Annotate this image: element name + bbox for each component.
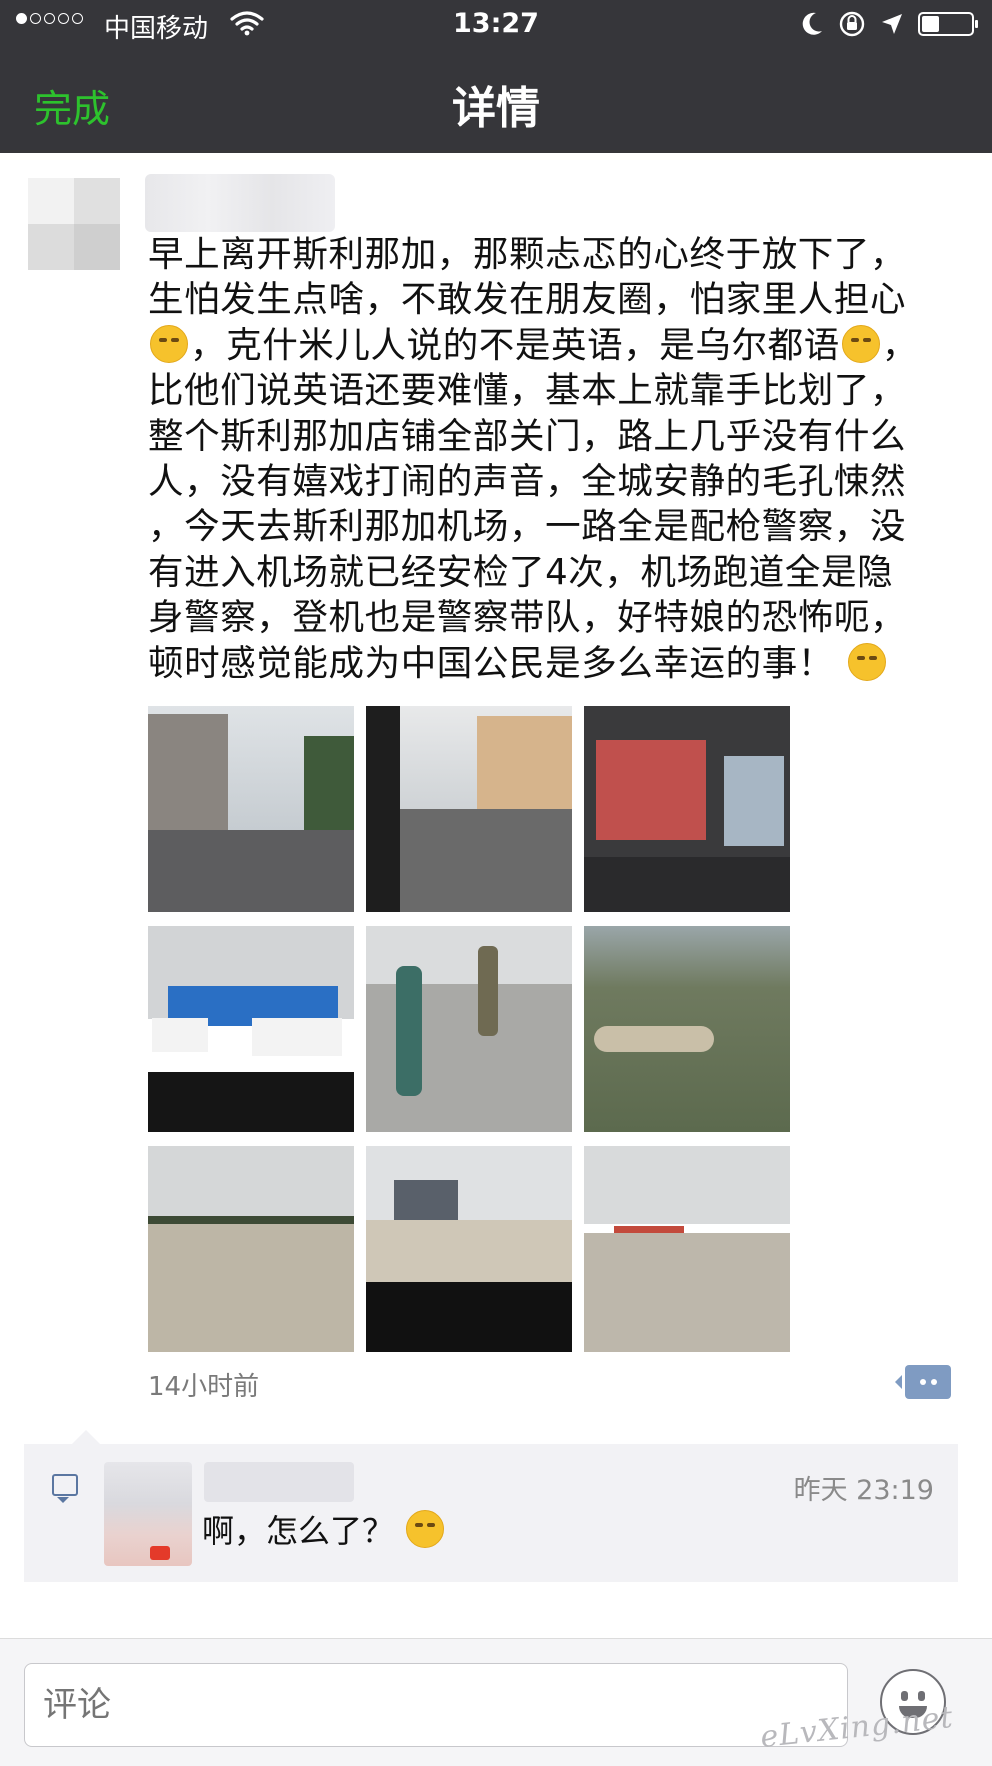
photo-runway[interactable]: [148, 1146, 354, 1352]
shocked-emoji: [406, 1510, 445, 1548]
battery-icon: [918, 12, 978, 36]
photo-aerial-view[interactable]: [584, 926, 790, 1132]
rotation-lock-icon: [839, 11, 865, 37]
post-line: 早上离开斯利那加，那颗忐忑的心终于放下了，: [148, 234, 907, 275]
post-line: 顿时感觉能成为中国公民是多么幸运的事！: [148, 642, 834, 684]
comment-input-bar: [0, 1639, 992, 1766]
top-bar: 中国移动 13:27 完成 详情: [0, 0, 992, 153]
photo-armed-police[interactable]: [366, 926, 572, 1132]
post-time: 14小时前: [148, 1372, 260, 1402]
author-name-blurred[interactable]: [145, 174, 335, 232]
photo-car-interior[interactable]: [584, 706, 790, 912]
post-text: 早上离开斯利那加，那颗忐忑的心终于放下了， 生怕发生点啥，不敢发在朋友圈，怕家里…: [148, 232, 948, 686]
post-line: 比他们说英语还要难懂，基本上就靠手比划了，: [148, 370, 907, 412]
post-line: ，今天去斯利那加机场，一路全是配枪警察，没: [148, 506, 907, 548]
post-line: 生怕发生点啥，不敢发在朋友圈，怕家里人担心: [148, 279, 907, 321]
page-title: 详情: [452, 83, 540, 134]
photo-airfield-aircraft[interactable]: [584, 1146, 790, 1352]
post-line: 整个斯利那加店铺全部关门，路上几乎没有什么: [148, 415, 907, 457]
post-line: 有进入机场就已经安检了4次，机场跑道全是隐: [148, 551, 894, 593]
author-avatar[interactable]: [28, 178, 120, 270]
post-line: 身警察，登机也是警察带队，好特娘的恐怖呃，: [148, 597, 907, 639]
comment-input[interactable]: [24, 1663, 848, 1747]
commenter-name-blurred[interactable]: [204, 1462, 354, 1502]
photo-checkpoint[interactable]: [366, 1146, 572, 1352]
status-bar: 中国移动 13:27: [0, 0, 992, 50]
commenter-avatar[interactable]: [104, 1462, 192, 1566]
grin-emoji: [847, 642, 886, 681]
photo-grid: [148, 706, 790, 1352]
photo-police-jeeps[interactable]: [148, 926, 354, 1132]
post-line: 人，没有嬉戏打闹的声音，全城安静的毛孔悚然: [148, 461, 907, 503]
crying-emoji: [841, 324, 880, 363]
smirk-emoji: [150, 324, 188, 363]
photo-street-buildings[interactable]: [148, 706, 354, 912]
post-line: ，克什米儿人说的不是英语，是乌尔都语: [190, 324, 840, 366]
comment-section: 昨天 23:19 啊，怎么了？: [24, 1430, 958, 1582]
moon-icon: [802, 12, 822, 35]
more-actions-button[interactable]: [895, 1365, 951, 1399]
comment-time: 昨天 23:19: [793, 1475, 934, 1506]
comment-text[interactable]: 啊，怎么了？: [202, 1506, 446, 1552]
photo-street-from-car[interactable]: [366, 706, 572, 912]
comment-bubble-icon: [52, 1474, 78, 1503]
location-arrow-icon: [882, 14, 902, 34]
post-line: ，: [881, 324, 918, 366]
nav-bar: 完成 详情: [0, 50, 992, 153]
